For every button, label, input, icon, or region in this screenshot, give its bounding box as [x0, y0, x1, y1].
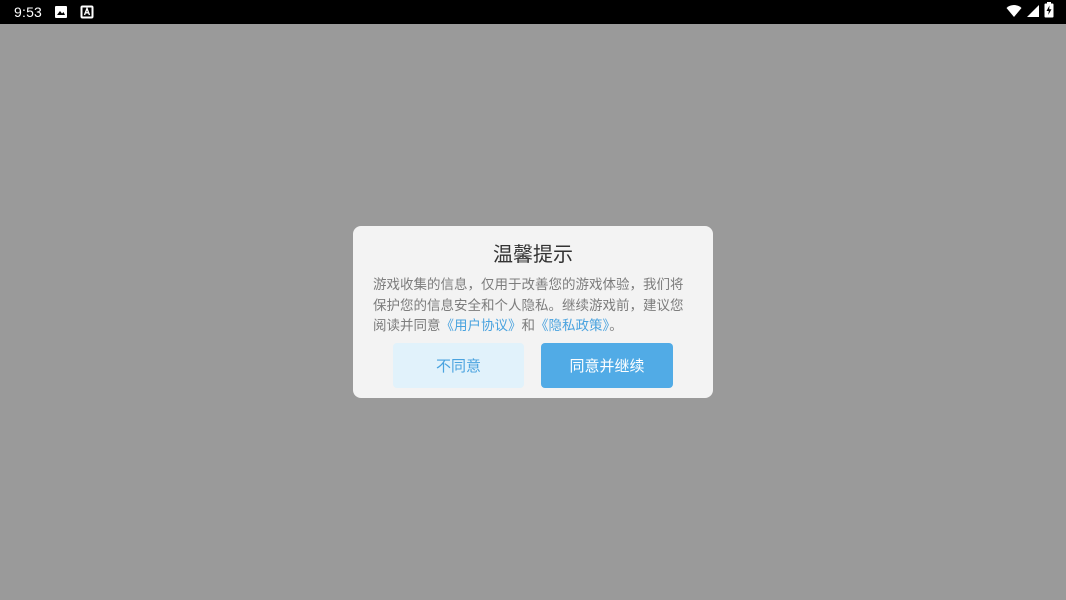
user-agreement-link[interactable]: 《用户协议》	[441, 318, 522, 334]
conjunction-text: 和	[521, 318, 536, 334]
image-notification-icon	[54, 5, 68, 19]
status-time: 9:53	[14, 4, 43, 20]
dialog-title: 温馨提示	[493, 242, 573, 266]
disagree-button[interactable]: 不同意	[393, 343, 524, 388]
status-bar-right	[1006, 2, 1054, 22]
wifi-icon	[1006, 3, 1022, 22]
cellular-signal-icon	[1026, 3, 1040, 22]
end-punctuation: 。	[609, 318, 623, 334]
agree-and-continue-button[interactable]: 同意并继续	[541, 343, 673, 388]
battery-charging-icon	[1044, 2, 1054, 22]
privacy-policy-link[interactable]: 《隐私政策》	[535, 318, 609, 334]
privacy-dialog: 温馨提示 游戏收集的信息，仅用于改善您的游戏体验，我们将保护您的信息安全和个人隐…	[353, 226, 713, 398]
dialog-message: 游戏收集的信息，仅用于改善您的游戏体验，我们将保护您的信息安全和个人隐私。继续游…	[373, 275, 695, 337]
status-bar-left: 9:53	[14, 4, 94, 20]
status-bar: 9:53	[0, 0, 1066, 24]
text-notification-icon	[80, 5, 94, 19]
